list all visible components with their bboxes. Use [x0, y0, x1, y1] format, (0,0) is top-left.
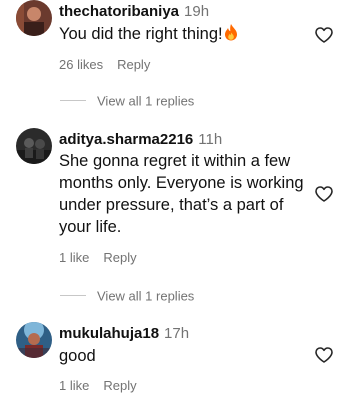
reply-button[interactable]: Reply: [103, 378, 136, 393]
avatar[interactable]: [16, 322, 52, 358]
timestamp: 17h: [164, 325, 190, 342]
likes-count[interactable]: 26 likes: [59, 57, 103, 72]
view-replies-label: View all 1 replies: [97, 288, 195, 304]
comment-text-content: She gonna regret it within a few months …: [59, 152, 304, 236]
reply-button[interactable]: Reply: [117, 57, 150, 72]
username[interactable]: thechatoribaniya: [59, 3, 179, 20]
comment-meta: 1 like Reply: [59, 250, 137, 266]
divider-line: [60, 295, 86, 297]
view-replies-label: View all 1 replies: [97, 93, 195, 109]
comment-text: You did the right thing!: [59, 23, 314, 47]
view-replies-button[interactable]: View all 1 replies: [60, 92, 194, 110]
heart-outline-icon[interactable]: [315, 347, 333, 363]
comment-text-content: good: [59, 347, 96, 365]
fire-emoji: [224, 23, 238, 47]
heart-outline-icon[interactable]: [315, 27, 333, 43]
comment-text: good: [59, 345, 314, 367]
comment-meta: 1 like Reply: [59, 378, 137, 394]
reply-button[interactable]: Reply: [103, 250, 136, 265]
comment-header: mukulahuja18 17h: [59, 324, 189, 343]
comment-text-content: You did the right thing!: [59, 25, 223, 43]
comment-meta: 26 likes Reply: [59, 57, 150, 73]
likes-count[interactable]: 1 like: [59, 250, 89, 265]
username[interactable]: aditya.sharma2216: [59, 131, 193, 148]
view-replies-button[interactable]: View all 1 replies: [60, 287, 194, 305]
divider-line: [60, 100, 86, 102]
timestamp: 19h: [184, 3, 210, 20]
comment-header: thechatoribaniya 19h: [59, 2, 209, 21]
comment-text: She gonna regret it within a few months …: [59, 150, 314, 238]
likes-count[interactable]: 1 like: [59, 378, 89, 393]
username[interactable]: mukulahuja18: [59, 325, 159, 342]
timestamp: 11h: [198, 131, 223, 148]
heart-outline-icon[interactable]: [315, 186, 333, 202]
comment-header: aditya.sharma2216 11h: [59, 130, 222, 149]
avatar[interactable]: [16, 128, 52, 164]
avatar[interactable]: [16, 0, 52, 36]
